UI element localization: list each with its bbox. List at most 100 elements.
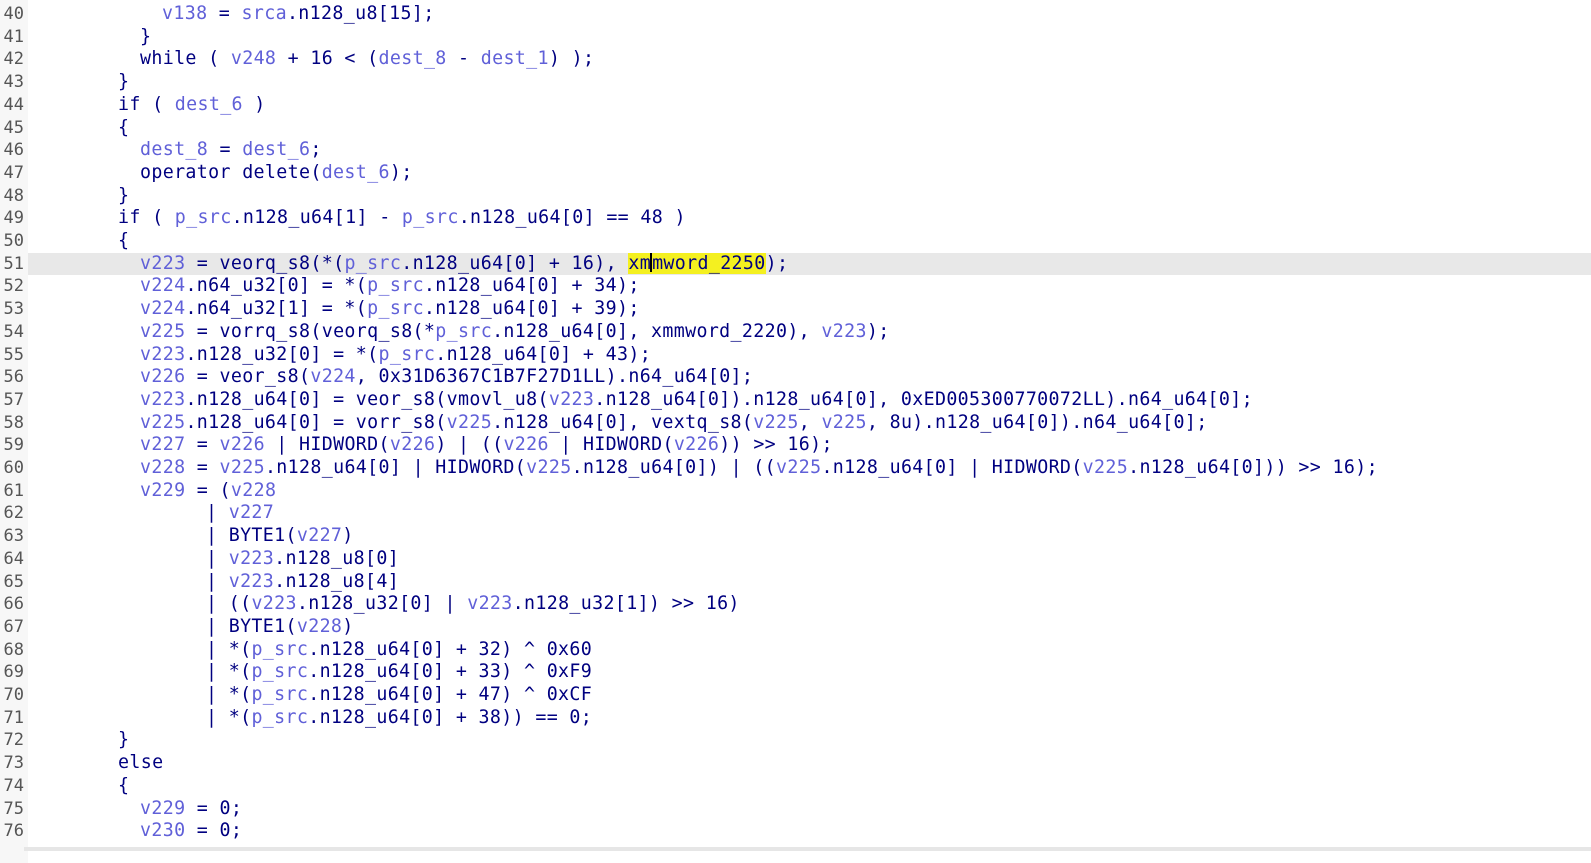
- code-line[interactable]: 61 v229 = (v228: [0, 480, 1591, 503]
- code-line-body: {: [28, 775, 1591, 798]
- code-token: =: [185, 434, 220, 456]
- code-line[interactable]: 71 | *(p_src.n128_u64[0] + 38)) == 0;: [0, 707, 1591, 730]
- code-line[interactable]: 40 v138 = srca.n128_u8[15];: [0, 3, 1591, 26]
- code-text: v223.n128_u64[0] = veor_s8(vmovl_u8(v223…: [140, 389, 1253, 412]
- code-line-body: v138 = srca.n128_u8[15];: [28, 3, 1591, 26]
- code-line[interactable]: 69 | *(p_src.n128_u64[0] + 33) ^ 0xF9: [0, 661, 1591, 684]
- code-token: }: [118, 729, 130, 751]
- code-line[interactable]: 59 v227 = v226 | HIDWORD(v226) | ((v226 |…: [0, 434, 1591, 457]
- line-number: 54: [3, 321, 24, 342]
- code-line-body: | BYTE1(v227): [28, 525, 1591, 548]
- code-token: .n128_u32[0] = *(: [185, 343, 379, 365]
- code-text: if ( p_src.n128_u64[1] - p_src.n128_u64[…: [118, 207, 686, 230]
- line-number: 55: [3, 344, 24, 365]
- code-line[interactable]: 68 | *(p_src.n128_u64[0] + 32) ^ 0x60: [0, 639, 1591, 662]
- code-line[interactable]: 70 | *(p_src.n128_u64[0] + 47) ^ 0xCF: [0, 684, 1591, 707]
- identifier-token: v138: [162, 3, 208, 24]
- horizontal-scrollbar[interactable]: [24, 847, 1591, 851]
- identifier-token: v225: [140, 320, 186, 342]
- identifier-token: p_src: [401, 207, 459, 229]
- code-line[interactable]: 52 v224.n64_u32[0] = *(p_src.n128_u64[0] …: [0, 275, 1591, 298]
- code-line[interactable]: 44 if ( dest_6 ): [0, 94, 1591, 117]
- code-line[interactable]: 63 | BYTE1(v227): [0, 525, 1591, 548]
- code-line[interactable]: 56 v226 = veor_s8(v224, 0x31D6367C1B7F27D…: [0, 366, 1591, 389]
- code-line[interactable]: 49 if ( p_src.n128_u64[1] - p_src.n128_u6…: [0, 207, 1591, 230]
- code-line[interactable]: 55 v223.n128_u32[0] = *(p_src.n128_u64[0]…: [0, 344, 1591, 367]
- code-token: .n128_u64[0] + 32) ^ 0x60: [308, 638, 593, 660]
- identifier-token: v225: [753, 411, 799, 433]
- code-line[interactable]: 45 {: [0, 117, 1591, 140]
- code-token: , 8u).n128_u64[0]).n64_u64[0];: [866, 411, 1208, 433]
- code-token: {: [118, 774, 130, 796]
- code-line[interactable]: 72}: [0, 729, 1591, 752]
- code-text: else: [118, 752, 163, 775]
- identifier-token: p_src: [251, 661, 309, 683]
- code-line-body: dest_8 = dest_6;: [28, 139, 1591, 162]
- code-token: =: [185, 457, 220, 478]
- code-line[interactable]: 74 {: [0, 775, 1591, 798]
- code-line[interactable]: 53 v224.n64_u32[1] = *(p_src.n128_u64[0] …: [0, 298, 1591, 321]
- code-text: | BYTE1(v227): [206, 525, 354, 548]
- code-text: v224.n64_u32[0] = *(p_src.n128_u64[0] + …: [140, 275, 640, 298]
- code-line[interactable]: 41}: [0, 26, 1591, 49]
- code-token: .n128_u8[15];: [286, 3, 435, 24]
- code-line[interactable]: 58 v225.n128_u64[0] = vorr_s8(v225.n128_u…: [0, 412, 1591, 435]
- identifier-token: v225: [140, 411, 186, 433]
- line-number: 57: [3, 389, 24, 410]
- code-line[interactable]: 51 v223 = veorq_s8(*(p_src.n128_u64[0] + …: [0, 252, 1591, 276]
- code-line-body: if ( dest_6 ): [28, 94, 1591, 117]
- code-line[interactable]: 42 while ( v248 + 16 < (dest_8 - dest_1) …: [0, 48, 1591, 71]
- code-line[interactable]: 48}: [0, 185, 1591, 208]
- code-token: = 0;: [185, 797, 243, 819]
- code-line[interactable]: 62 | v227: [0, 502, 1591, 525]
- code-token: .n128_u64[0] + 33) ^ 0xF9: [308, 661, 593, 683]
- code-line[interactable]: 64 | v223.n128_u8[0]: [0, 548, 1591, 571]
- line-number: 44: [3, 94, 24, 115]
- code-line[interactable]: 54 v225 = vorrq_s8(veorq_s8(*p_src.n128_u…: [0, 321, 1591, 344]
- code-line[interactable]: 75 v229 = 0;: [0, 798, 1591, 821]
- code-line-body: }: [28, 185, 1591, 208]
- identifier-token: v225: [1082, 457, 1129, 478]
- code-token: | BYTE1(: [206, 525, 297, 547]
- code-token: -: [446, 48, 481, 70]
- code-line[interactable]: 73 else: [0, 752, 1591, 775]
- code-token: |: [206, 547, 229, 569]
- code-token: );: [866, 320, 890, 342]
- code-line[interactable]: 76 v230 = 0;: [0, 820, 1591, 843]
- code-line[interactable]: 50 {: [0, 230, 1591, 253]
- code-line[interactable]: 60 v228 = v225.n128_u64[0] | HIDWORD(v225…: [0, 457, 1591, 480]
- code-text: | *(p_src.n128_u64[0] + 38)) == 0;: [206, 707, 592, 730]
- identifier-token: v225: [821, 411, 867, 433]
- code-token: );: [389, 161, 413, 183]
- code-token: ) );: [548, 48, 595, 70]
- code-line[interactable]: 66 | ((v223.n128_u32[0] | v223.n128_u32[1…: [0, 593, 1591, 616]
- code-line[interactable]: 65 | v223.n128_u8[4]: [0, 571, 1591, 594]
- code-line-body: }: [28, 71, 1591, 94]
- identifier-token: dest_1: [480, 48, 549, 70]
- code-text: }: [118, 729, 129, 752]
- code-token: + 16 < (: [276, 48, 379, 70]
- code-line[interactable]: 46 dest_8 = dest_6;: [0, 139, 1591, 162]
- identifier-token: dest_6: [321, 161, 390, 183]
- code-line[interactable]: 43}: [0, 71, 1591, 94]
- line-number: 63: [3, 526, 24, 547]
- code-text: v228 = v225.n128_u64[0] | HIDWORD(v225.n…: [140, 457, 1378, 480]
- code-line[interactable]: 67 | BYTE1(v228): [0, 616, 1591, 639]
- code-line[interactable]: 57 v223.n128_u64[0] = veor_s8(vmovl_u8(v2…: [0, 389, 1591, 412]
- identifier-token: v229: [140, 797, 186, 819]
- code-token: ): [342, 525, 354, 547]
- code-line[interactable]: 47 operator delete(dest_6);: [0, 162, 1591, 185]
- code-token: if (: [118, 207, 175, 229]
- line-number: 61: [3, 480, 24, 501]
- pseudocode-view[interactable]: 40 v138 = srca.n128_u8[15]; 41} 42 while ( v…: [0, 0, 1591, 863]
- code-text: }: [118, 185, 129, 208]
- code-text: | ((v223.n128_u32[0] | v223.n128_u32[1])…: [206, 593, 740, 616]
- code-token: | *(: [206, 661, 252, 683]
- code-line-body: {: [28, 230, 1591, 253]
- code-token: operator delete(: [140, 161, 322, 183]
- identifier-token: v227: [140, 434, 186, 456]
- code-line-body: | *(p_src.n128_u64[0] + 33) ^ 0xF9: [28, 661, 1591, 684]
- line-number: 41: [3, 26, 24, 47]
- code-text: v229 = 0;: [140, 798, 242, 821]
- code-text: | *(p_src.n128_u64[0] + 32) ^ 0x60: [206, 639, 592, 662]
